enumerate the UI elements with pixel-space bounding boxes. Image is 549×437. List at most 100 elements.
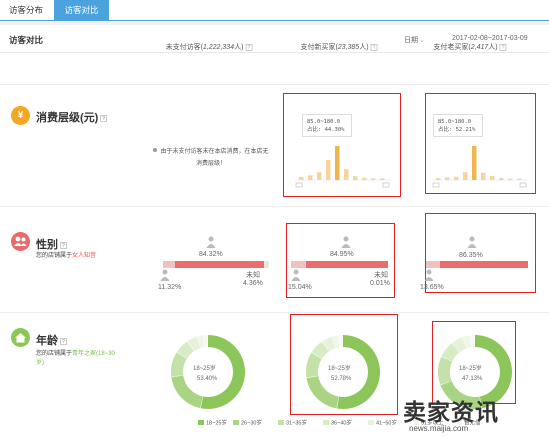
- legend-item[interactable]: 18~25岁: [198, 420, 227, 428]
- female-bar-segment: [174, 261, 265, 268]
- donut-slice: [337, 335, 381, 409]
- histogram-bar: [380, 178, 385, 180]
- male-bar-segment: [163, 261, 175, 268]
- age-donut-unpaid: [171, 335, 245, 409]
- histogram-bar: [353, 176, 358, 180]
- female-bar-segment: [305, 261, 388, 268]
- donut-center-value: 52.78%: [331, 376, 352, 382]
- histogram-bar: [499, 178, 504, 180]
- histogram-bar: [308, 175, 313, 180]
- histogram-bar: [490, 176, 495, 180]
- female-percent: 84.32%: [199, 251, 223, 258]
- axis-start-icon: [295, 182, 303, 188]
- card-title: 访客对比: [9, 35, 44, 45]
- divider: [0, 206, 549, 207]
- unknown-percent: 4.36%: [243, 280, 263, 287]
- histogram-bar: [362, 177, 367, 180]
- help-icon[interactable]: ?: [499, 43, 507, 51]
- legend-swatch: [323, 420, 329, 425]
- watermark-url: news.maijia.com: [409, 424, 469, 433]
- histogram-bar: [508, 178, 513, 180]
- donut-slice: [438, 356, 453, 385]
- gender-bar: [426, 261, 528, 268]
- histogram-bar: [463, 172, 468, 180]
- histogram-bar: [445, 177, 450, 180]
- female-person-icon: [206, 236, 216, 248]
- people-icon: [11, 232, 30, 251]
- female-person-icon: [341, 236, 351, 248]
- male-percent: 13.65%: [420, 284, 444, 291]
- male-bar-segment: [426, 261, 440, 268]
- help-icon[interactable]: ?: [60, 337, 67, 345]
- legend-swatch: [233, 420, 239, 425]
- divider: [0, 84, 549, 85]
- help-icon[interactable]: ?: [245, 43, 253, 51]
- spend-histogram-new-buyers: [295, 146, 391, 188]
- donut-center-label: 18~25岁: [459, 366, 482, 372]
- histogram-bar: [335, 146, 340, 180]
- column-header-new-buyers: 支付新买家(23,385人)?: [300, 42, 378, 52]
- histogram-bar: [326, 159, 331, 180]
- spend-tooltip: 85.0~180.0 占比: 44.30%: [302, 114, 352, 137]
- watermark: 卖家资讯 news.maijia.com: [397, 393, 549, 437]
- section-title-age: 年龄?: [36, 335, 67, 347]
- histogram-bar: [472, 146, 477, 180]
- help-icon[interactable]: ?: [370, 43, 378, 51]
- legend-item[interactable]: 26~30岁: [233, 420, 262, 428]
- donut-center-label: 18~25岁: [193, 366, 216, 372]
- gender-bar: [163, 261, 269, 268]
- unknown-percent: 0.01%: [370, 280, 390, 287]
- spend-note: 由于未支付访客未在本店消费，在本店无 消费层级！: [146, 146, 276, 170]
- spend-histogram-returning-buyers: [432, 146, 528, 188]
- help-icon[interactable]: ?: [60, 241, 67, 249]
- house-icon: [11, 328, 30, 347]
- gender-summary: 您的店铺属于女人知音: [36, 253, 97, 259]
- legend-swatch: [368, 420, 374, 425]
- histogram-bar: [344, 169, 349, 180]
- legend-swatch: [198, 420, 204, 425]
- male-person-icon: [160, 269, 170, 281]
- legend-swatch: [278, 420, 284, 425]
- axis-start-icon: [432, 182, 440, 188]
- section-title-gender: 性别?: [36, 239, 67, 251]
- divider: [0, 52, 549, 53]
- date-range-dropdown[interactable]: 日期⌄: [404, 35, 425, 45]
- column-header-returning-buyers: 支付老买家(2,417人)?: [433, 42, 507, 52]
- male-person-icon: [424, 269, 434, 281]
- female-person-icon: [467, 236, 477, 248]
- info-dot-icon: [153, 148, 158, 152]
- spend-tooltip: 85.0~180.0 占比: 52.21%: [433, 114, 483, 137]
- histogram-bar: [454, 176, 459, 180]
- column-header-unpaid: 未支付访客(1,222,334人)?: [166, 42, 253, 52]
- legend-item[interactable]: 41~50岁: [368, 420, 397, 428]
- section-title-spend: 消费层级(元)?: [36, 112, 108, 124]
- histogram-bar: [299, 176, 304, 180]
- axis-end-icon: [519, 182, 527, 188]
- age-summary: 您的店铺属于青年之家(18~30岁): [36, 351, 115, 366]
- tab-visitor-comparison[interactable]: 访客对比: [54, 0, 109, 21]
- tab-visitor-distribution[interactable]: 访客分布: [0, 0, 52, 21]
- gender-bar: [291, 261, 388, 268]
- date-range-value: 2017-02-08~2017-03-09: [452, 35, 528, 42]
- watermark-text: 卖家资讯: [403, 400, 499, 426]
- donut-center-value: 53.40%: [197, 376, 218, 382]
- histogram-bar: [317, 172, 322, 180]
- legend-item[interactable]: 36~40岁: [323, 420, 352, 428]
- divider: [0, 312, 549, 313]
- legend-item[interactable]: 31~35岁: [278, 420, 307, 428]
- date-range-label: 日期: [404, 37, 418, 44]
- unknown-label: 未知: [374, 272, 388, 279]
- chevron-down-icon: ⌄: [419, 37, 425, 44]
- age-donut-new-buyers: [306, 335, 381, 409]
- donut-center-label: 18~25岁: [328, 366, 351, 372]
- histogram-bar: [481, 172, 486, 180]
- female-percent: 84.95%: [330, 251, 354, 258]
- male-bar-segment: [291, 261, 306, 268]
- tab-bar: 访客分布 访客对比: [0, 0, 549, 21]
- donut-center-value: 47.13%: [462, 376, 483, 382]
- yen-icon: ¥: [11, 106, 30, 125]
- female-bar-segment: [439, 261, 528, 268]
- male-percent: 15.04%: [288, 284, 312, 291]
- female-percent: 86.35%: [459, 252, 483, 259]
- help-icon[interactable]: ?: [100, 114, 108, 122]
